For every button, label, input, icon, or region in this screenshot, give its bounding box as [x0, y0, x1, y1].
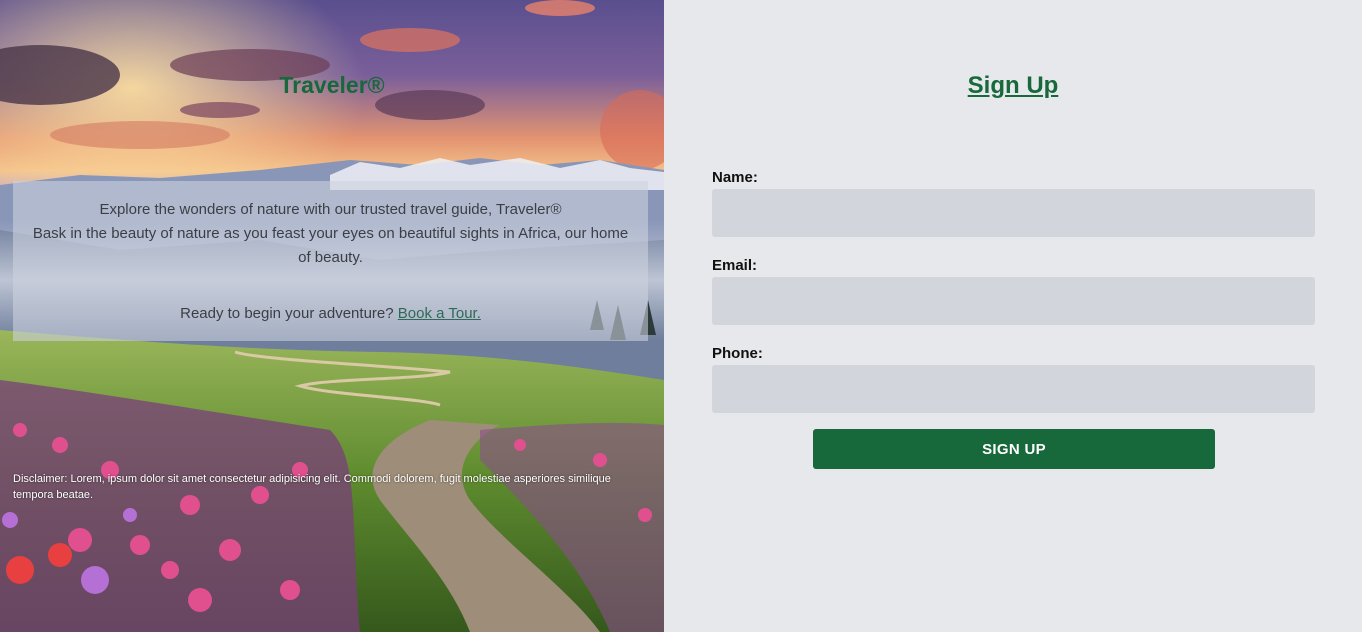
intro-text-line2: Bask in the beauty of nature as you feas… [32, 225, 629, 266]
phone-field[interactable] [712, 365, 1315, 413]
brand-title: Traveler® [279, 72, 385, 98]
hero-panel: Traveler® Explore the wonders of nature … [0, 0, 664, 632]
name-label: Name: [712, 169, 758, 186]
signup-title: Sign Up [967, 72, 1059, 99]
name-field[interactable] [712, 189, 1315, 237]
intro-spacer [31, 270, 630, 302]
signup-button[interactable]: SIGN UP [813, 429, 1215, 469]
cta-line: Ready to begin your adventure? Book a To… [31, 302, 630, 326]
phone-label: Phone: [712, 345, 763, 362]
intro-text-line1: Explore the wonders of nature with our t… [99, 201, 562, 218]
cta-text: Ready to begin your adventure? [180, 305, 394, 322]
signup-panel: Sign Up Name: Email: Phone: SIGN UP [664, 0, 1362, 632]
intro-panel: Explore the wonders of nature with our t… [13, 181, 648, 341]
disclaimer-text: Disclaimer: Lorem, ipsum dolor sit amet … [13, 473, 611, 501]
email-field[interactable] [712, 277, 1315, 325]
email-label: Email: [712, 257, 758, 274]
book-tour-link[interactable]: Book a Tour. [398, 305, 481, 322]
